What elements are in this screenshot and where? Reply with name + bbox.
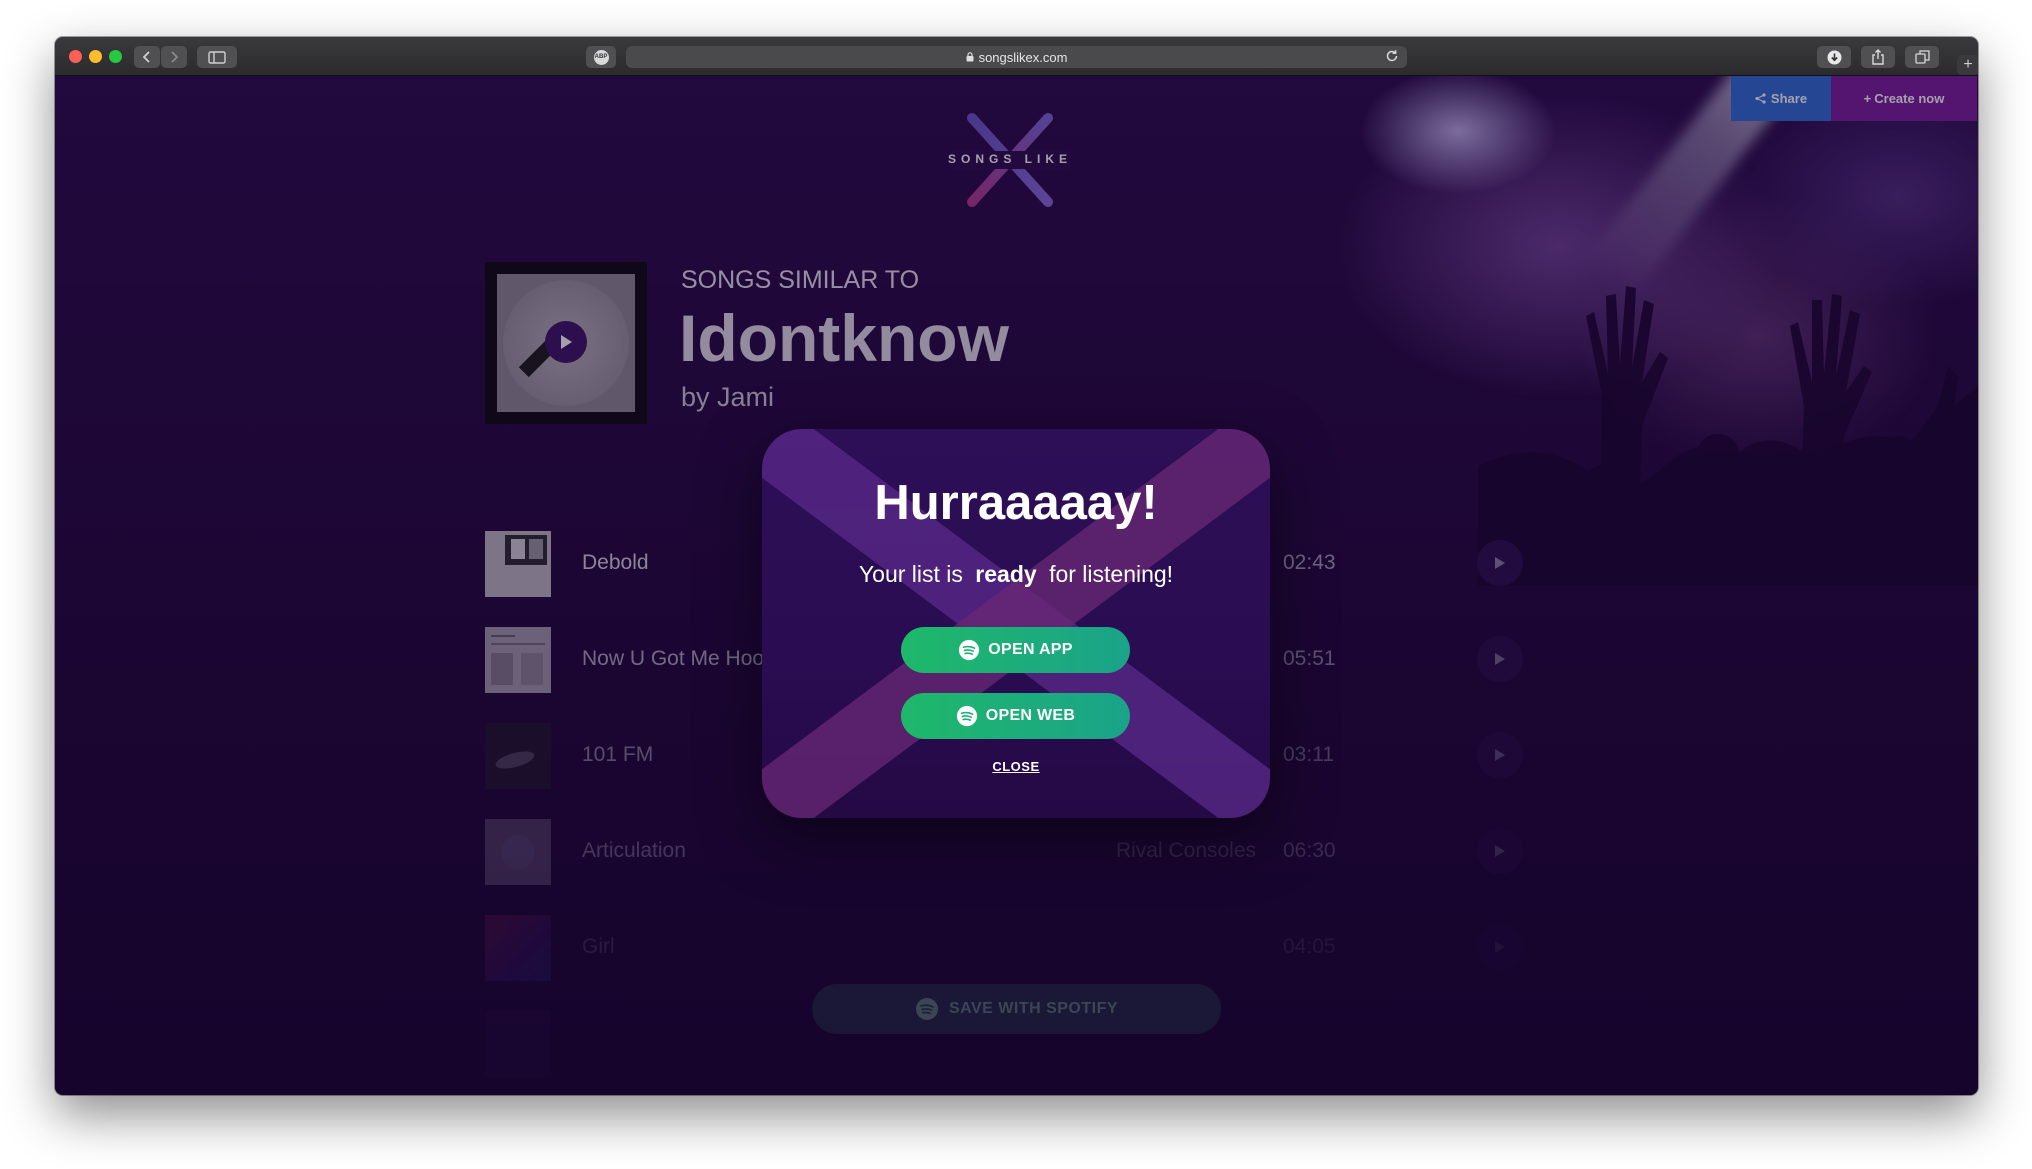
share-icon (1872, 49, 1884, 65)
open-app-label: OPEN APP (988, 641, 1073, 658)
adblock-icon: ABP (593, 49, 609, 65)
modal-message-before: Your list is (858, 561, 963, 587)
address-text: songslikex.com (978, 49, 1068, 65)
tabs-icon (1914, 50, 1930, 64)
back-button[interactable] (134, 46, 160, 68)
minimize-window-button[interactable] (89, 50, 102, 63)
modal-message-after: for listening! (1049, 561, 1174, 587)
spotify-icon (956, 705, 977, 727)
share-page-button[interactable] (1861, 46, 1895, 68)
open-web-button[interactable]: OPEN WEB (901, 693, 1130, 739)
tabs-overview-button[interactable] (1905, 46, 1939, 68)
new-tab-button[interactable]: + (1957, 55, 1978, 75)
modal-message-bold: ready (975, 561, 1037, 587)
downloads-button[interactable] (1817, 46, 1851, 68)
download-icon (1827, 50, 1841, 64)
close-window-button[interactable] (69, 50, 82, 63)
adblock-extension-button[interactable]: ABP (586, 46, 616, 68)
modal-message: Your list is ready for listening! (762, 561, 1270, 588)
forward-button[interactable] (161, 46, 187, 68)
spotify-icon (959, 639, 980, 661)
lock-icon (966, 52, 974, 62)
sidebar-toggle-button[interactable] (197, 46, 237, 68)
chevron-left-icon (142, 51, 150, 63)
page-content: Share + Create now SONGS LIKE SONGS SIMI… (55, 76, 1978, 1095)
open-web-label: OPEN WEB (985, 707, 1076, 724)
modal-title: Hurraaaaay! (874, 476, 1158, 530)
plus-icon: + (1963, 56, 1973, 73)
browser-window: ABP songslikex.com + Share + Create now … (55, 37, 1978, 1095)
address-bar[interactable]: songslikex.com (626, 46, 1407, 68)
close-modal-link[interactable]: CLOSE (762, 759, 1270, 774)
maximize-window-button[interactable] (109, 50, 122, 63)
success-modal: Hurraaaaay! Your list is ready for liste… (762, 429, 1270, 818)
open-app-button[interactable]: OPEN APP (901, 627, 1130, 673)
browser-toolbar: ABP songslikex.com + (55, 37, 1978, 76)
chevron-right-icon (171, 51, 179, 63)
reload-icon[interactable] (1385, 49, 1399, 66)
sidebar-icon (208, 50, 226, 64)
